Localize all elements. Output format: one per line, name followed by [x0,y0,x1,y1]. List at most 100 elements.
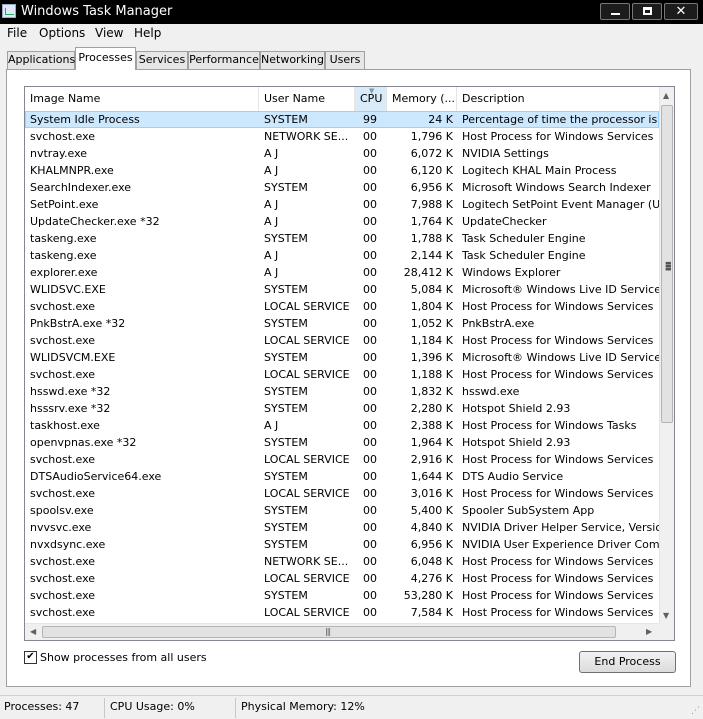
vertical-scrollbar[interactable]: ▲ ▬ ▬ ▬ ▼ [659,87,674,623]
process-row[interactable]: hsswd.exe *32 SYSTEM 00 1,832 K hsswd.exe [25,383,659,400]
process-description: Spooler SubSystem App [462,504,595,517]
process-row[interactable]: DTSAudioService64.exe SYSTEM 00 1,644 K DTS … [25,468,659,485]
process-image-name: taskeng.exe [30,232,97,245]
close-button[interactable]: ✕ [664,3,698,20]
process-row[interactable]: taskeng.exe SYSTEM 00 1,788 K Task Scheduler… [25,230,659,247]
title-bar[interactable]: Windows Task Manager ✕ [0,0,703,24]
column-description[interactable]: Description [457,87,659,111]
process-row[interactable]: System Idle Process SYSTEM 99 24 K Percentag… [25,111,659,128]
process-cpu: 00 [363,419,377,432]
minimize-icon [611,13,620,15]
process-image-name: taskeng.exe [30,249,97,262]
process-description: Microsoft® Windows Live ID Service [462,283,659,296]
process-row[interactable]: openvpnas.exe *32 SYSTEM 00 1,964 K Hotspot … [25,434,659,451]
scroll-right-icon[interactable]: ▶ [646,627,652,636]
process-user-name: SYSTEM [264,589,308,602]
process-row[interactable]: taskeng.exe A J 00 2,144 K Task Scheduler En… [25,247,659,264]
process-user-name: LOCAL SERVICE [264,453,350,466]
process-row[interactable]: taskhost.exe A J 00 2,388 K Host Process for… [25,417,659,434]
process-row[interactable]: spoolsv.exe SYSTEM 00 5,400 K Spooler SubSys… [25,502,659,519]
process-row[interactable]: svchost.exe LOCAL SERVICE 00 3,016 K Host Pr… [25,485,659,502]
process-description: Windows Explorer [462,266,561,279]
process-rows: System Idle Process SYSTEM 99 24 K Percentag… [25,111,659,621]
process-row[interactable]: nvxdsync.exe SYSTEM 00 6,956 K NVIDIA User E… [25,536,659,553]
process-description: Host Process for Windows Services [462,555,654,568]
process-description: DTS Audio Service [462,470,564,483]
tab-networking[interactable]: Networking [260,51,325,69]
process-row[interactable]: SearchIndexer.exe SYSTEM 00 6,956 K Microsof… [25,179,659,196]
process-description: Host Process for Windows Services [462,487,654,500]
vertical-scroll-thumb[interactable]: ▬ ▬ ▬ [661,105,673,423]
process-row[interactable]: WLIDSVC.EXE SYSTEM 00 5,084 K Microsoft® Win… [25,281,659,298]
tab-processes[interactable]: Processes [75,47,136,70]
resize-grip-icon[interactable]: ⋰ [691,707,700,716]
menu-view[interactable]: View [95,26,123,40]
process-row[interactable]: svchost.exe SYSTEM 00 53,280 K Host Process … [25,587,659,604]
process-memory: 1,396 K [410,351,453,364]
process-image-name: svchost.exe [30,606,96,619]
process-row[interactable]: svchost.exe LOCAL SERVICE 00 1,804 K Host Pr… [25,298,659,315]
process-row[interactable]: svchost.exe LOCAL SERVICE 00 1,184 K Host Pr… [25,332,659,349]
process-user-name: SYSTEM [264,385,308,398]
process-row[interactable]: svchost.exe LOCAL SERVICE 00 7,584 K Host Pr… [25,604,659,621]
process-row[interactable]: nvtray.exe A J 00 6,072 K NVIDIA Settings [25,145,659,162]
process-row[interactable]: svchost.exe LOCAL SERVICE 00 2,916 K Host Pr… [25,451,659,468]
process-row[interactable]: hsssrv.exe *32 SYSTEM 00 2,280 K Hotspot Shi… [25,400,659,417]
process-memory: 1,052 K [410,317,453,330]
process-row[interactable]: KHALMNPR.exe A J 00 6,120 K Logitech KHAL Ma… [25,162,659,179]
process-cpu: 00 [363,521,377,534]
horizontal-scrollbar[interactable]: ◀ ||| ▶ [25,623,659,640]
tab-services[interactable]: Services [136,51,188,69]
minimize-button[interactable] [600,3,630,20]
process-user-name: A J [264,198,279,211]
tab-performance[interactable]: Performance [188,51,260,69]
process-memory: 5,400 K [410,504,453,517]
process-cpu: 00 [363,436,377,449]
process-memory: 6,956 K [410,538,453,551]
process-row[interactable]: explorer.exe A J 00 28,412 K Windows Explore… [25,264,659,281]
process-user-name: NETWORK SE... [264,130,349,143]
checkmark-icon: ✔ [26,651,35,662]
process-row[interactable]: PnkBstrA.exe *32 SYSTEM 00 1,052 K PnkBstrA.… [25,315,659,332]
maximize-button[interactable] [632,3,662,20]
process-row[interactable]: svchost.exe LOCAL SERVICE 00 4,276 K Host Pr… [25,570,659,587]
end-process-button[interactable]: End Process [579,651,676,673]
tab-applications[interactable]: Applications [7,51,75,69]
process-description: Host Process for Windows Services [462,572,654,585]
scroll-left-icon[interactable]: ◀ [30,627,36,636]
show-all-users-label[interactable]: Show processes from all users [40,651,207,664]
process-row[interactable]: UpdateChecker.exe *32 A J 00 1,764 K UpdateC… [25,213,659,230]
process-description: UpdateChecker [462,215,547,228]
scroll-down-icon[interactable]: ▼ [663,611,669,620]
process-row[interactable]: nvvsvc.exe SYSTEM 00 4,840 K NVIDIA Driver H… [25,519,659,536]
column-image-name[interactable]: Image Name [25,87,259,111]
process-row[interactable]: svchost.exe NETWORK SE... 00 1,796 K Host Pr… [25,128,659,145]
column-header: Image Name User Name ▼ CPU Memory (... D… [25,87,659,111]
process-memory: 1,796 K [410,130,453,143]
process-description: Host Process for Windows Services [462,589,654,602]
column-memory[interactable]: Memory (... [387,87,457,111]
process-list[interactable]: Image Name User Name ▼ CPU Memory (... D… [24,86,675,641]
process-description: Microsoft Windows Search Indexer [462,181,651,194]
menu-bar: File Options View Help [0,24,703,43]
process-cpu: 00 [363,589,377,602]
process-row[interactable]: svchost.exe NETWORK SE... 00 6,048 K Host Pr… [25,553,659,570]
process-user-name: SYSTEM [264,504,308,517]
horizontal-scroll-thumb[interactable]: ||| [42,626,616,638]
process-cpu: 00 [363,198,377,211]
menu-help[interactable]: Help [134,26,161,40]
process-memory: 6,120 K [410,164,453,177]
show-all-users-checkbox[interactable]: ✔ [24,651,37,664]
window-title: Windows Task Manager [21,4,173,19]
process-row[interactable]: svchost.exe LOCAL SERVICE 00 1,188 K Host Pr… [25,366,659,383]
column-cpu[interactable]: ▼ CPU [355,87,387,111]
tab-users[interactable]: Users [325,51,365,69]
process-row[interactable]: SetPoint.exe A J 00 7,988 K Logitech SetPoin… [25,196,659,213]
process-cpu: 00 [363,232,377,245]
process-cpu: 00 [363,487,377,500]
menu-file[interactable]: File [7,26,27,40]
process-row[interactable]: WLIDSVCM.EXE SYSTEM 00 1,396 K Microsoft® Wi… [25,349,659,366]
column-user-name[interactable]: User Name [259,87,355,111]
menu-options[interactable]: Options [39,26,85,40]
scroll-up-icon[interactable]: ▲ [663,91,669,100]
